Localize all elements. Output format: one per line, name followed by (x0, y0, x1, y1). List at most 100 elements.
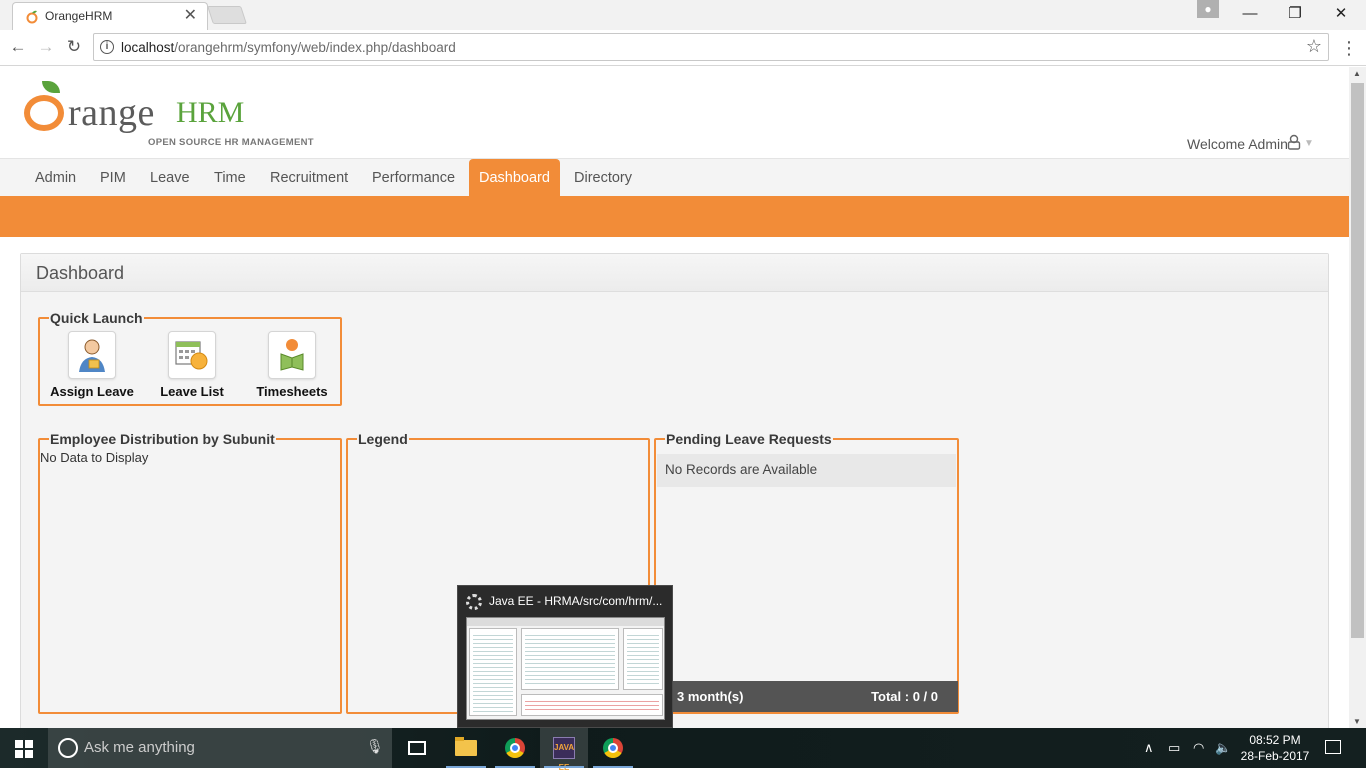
chrome-icon (603, 738, 623, 758)
browser-tab-strip: OrangeHRM ✕ ● — ❐ ✕ (0, 0, 1366, 30)
thumb-console-pane (521, 694, 663, 716)
wifi-icon[interactable]: ◠ (1193, 740, 1204, 756)
new-tab-button[interactable] (207, 6, 247, 24)
scroll-up-icon[interactable]: ▲ (1353, 69, 1361, 78)
tab-close-icon[interactable]: ✕ (184, 7, 197, 25)
thumb-explorer-pane (469, 628, 517, 716)
thumb-editor-pane (521, 628, 619, 690)
thumb-toolbar (467, 618, 664, 626)
url-path: /orangehrm/symfony/web/index.php/dashboa… (174, 40, 456, 55)
windows-start-icon[interactable] (15, 740, 33, 758)
profile-icon[interactable]: ● (1197, 0, 1219, 18)
menu-item-admin[interactable]: Admin (25, 159, 86, 197)
pending-empty-row: No Records are Available (657, 454, 956, 487)
menu-item-dashboard[interactable]: Dashboard (469, 159, 560, 197)
main-menu: Admin PIM Leave Time Recruitment Perform… (0, 158, 1349, 197)
browser-menu-icon[interactable]: ⋮ (1340, 36, 1358, 60)
battery-icon[interactable]: ▭ (1168, 740, 1180, 756)
employee-distribution-legend: Employee Distribution by Subunit (50, 431, 275, 447)
url-host: localhost (121, 40, 175, 55)
dashboard-header: Dashboard (21, 254, 1328, 292)
orangehrm-favicon-icon (26, 10, 38, 24)
pending-total: Total : 0 / 0 (871, 689, 938, 704)
quick-launch-panel: Quick Launch Assign Leave Leave List Tim… (38, 311, 342, 406)
address-bar[interactable]: i localhost/orangehrm/symfony/web/index.… (93, 33, 1329, 61)
user-lock-icon[interactable] (1287, 134, 1301, 150)
tab-title: OrangeHRM (45, 9, 113, 23)
logo-hrm: HRM (176, 96, 245, 129)
eclipse-taskbar-button[interactable]: JAVA EE (540, 728, 588, 772)
file-explorer-button[interactable] (442, 728, 490, 768)
scroll-down-icon[interactable]: ▼ (1353, 717, 1361, 726)
leave-list-icon[interactable] (168, 331, 216, 379)
menu-item-performance[interactable]: Performance (362, 159, 465, 197)
thumb-lines (525, 632, 615, 686)
quick-launch-timesheets[interactable]: Timesheets (244, 331, 340, 399)
volume-icon[interactable]: 🔈 (1215, 740, 1231, 756)
chrome-icon (505, 738, 525, 758)
no-records-text: No Records are Available (665, 462, 818, 477)
action-center-icon[interactable] (1325, 740, 1341, 754)
cortana-icon (58, 738, 78, 758)
logo-tagline: OPEN SOURCE HR MANAGEMENT (148, 137, 314, 148)
thumbnail-title: Java EE - HRMA/src/com/hrm/... (489, 594, 663, 608)
assign-leave-label: Assign Leave (50, 384, 134, 399)
quick-launch-assign-leave[interactable]: Assign Leave (44, 331, 140, 399)
thumb-lines (525, 698, 659, 712)
browser-toolbar: ← → ↻ i localhost/orangehrm/symfony/web/… (0, 30, 1366, 66)
folder-icon (455, 737, 477, 756)
assign-leave-icon[interactable] (68, 331, 116, 379)
welcome-link[interactable]: Welcome Admin (1187, 136, 1288, 152)
employee-distribution-panel: Employee Distribution by Subunit No Data… (38, 432, 342, 714)
taskbar-thumbnail-preview[interactable]: Java EE - HRMA/src/com/hrm/... (457, 585, 673, 728)
clock-date: 28-Feb-2017 (1240, 749, 1310, 763)
menu-item-pim[interactable]: PIM (90, 159, 136, 197)
menu-item-time[interactable]: Time (204, 159, 256, 197)
page-content: range HRM OPEN SOURCE HR MANAGEMENT Welc… (0, 67, 1349, 728)
dashboard-box: Dashboard Quick Launch Assign Leave Leav… (20, 253, 1329, 728)
microphone-icon[interactable]: 🎙 (366, 738, 384, 755)
orangehrm-logo[interactable]: range HRM OPEN SOURCE HR MANAGEMENT (24, 79, 314, 148)
forward-button[interactable]: → (34, 36, 58, 58)
browser-tab[interactable]: OrangeHRM ✕ (12, 2, 208, 30)
tray-chevron-icon[interactable]: ∧ (1144, 740, 1154, 756)
chrome-taskbar-button-1[interactable] (491, 728, 539, 768)
close-window-button[interactable]: ✕ (1326, 3, 1356, 25)
timesheets-label: Timesheets (256, 384, 328, 399)
back-button[interactable]: ← (6, 36, 30, 58)
bookmark-star-icon[interactable]: ☆ (1306, 36, 1322, 57)
eclipse-gear-icon (466, 594, 482, 610)
leave-list-label: Leave List (160, 384, 224, 399)
thumb-lines (473, 632, 513, 712)
logo-word: range (68, 92, 155, 134)
minimize-button[interactable]: — (1235, 3, 1265, 25)
page-title: Dashboard (36, 263, 125, 283)
legend-panel-title: Legend (358, 431, 408, 447)
clock-time: 08:52 PM (1249, 733, 1301, 747)
pending-leave-footer: 3 month(s) Total : 0 / 0 (656, 681, 958, 712)
reload-button[interactable]: ↻ (62, 36, 86, 58)
pending-period: 3 month(s) (677, 689, 744, 704)
menu-item-leave[interactable]: Leave (140, 159, 200, 197)
menu-item-recruitment[interactable]: Recruitment (260, 159, 358, 197)
task-view-button[interactable] (392, 728, 440, 768)
thumb-outline-pane (623, 628, 663, 690)
system-clock[interactable]: 08:52 PM 28-Feb-2017 (1240, 732, 1310, 764)
cortana-search-box[interactable]: Ask me anything 🎙 (48, 728, 392, 768)
logo-leaf-shape (42, 81, 60, 93)
windows-taskbar: Ask me anything 🎙 JAVA EE ∧ ▭ ◠ 🔈 08:52 … (0, 728, 1366, 772)
timesheets-icon[interactable] (268, 331, 316, 379)
quick-launch-leave-list[interactable]: Leave List (144, 331, 240, 399)
pending-leave-legend: Pending Leave Requests (666, 431, 832, 447)
chrome-taskbar-button-2[interactable] (589, 728, 637, 768)
eclipse-icon: JAVA EE (553, 737, 575, 772)
restore-button[interactable]: ❐ (1280, 3, 1310, 25)
quick-launch-legend: Quick Launch (50, 310, 143, 326)
scroll-thumb[interactable] (1351, 83, 1364, 638)
welcome-caret-icon[interactable]: ▼ (1304, 138, 1314, 149)
menu-item-directory[interactable]: Directory (564, 159, 642, 197)
page-scrollbar[interactable]: ▲ ▼ (1349, 67, 1366, 728)
info-icon[interactable]: i (100, 40, 114, 54)
thumbnail-window-image[interactable] (466, 617, 665, 720)
task-view-icon (408, 741, 426, 755)
